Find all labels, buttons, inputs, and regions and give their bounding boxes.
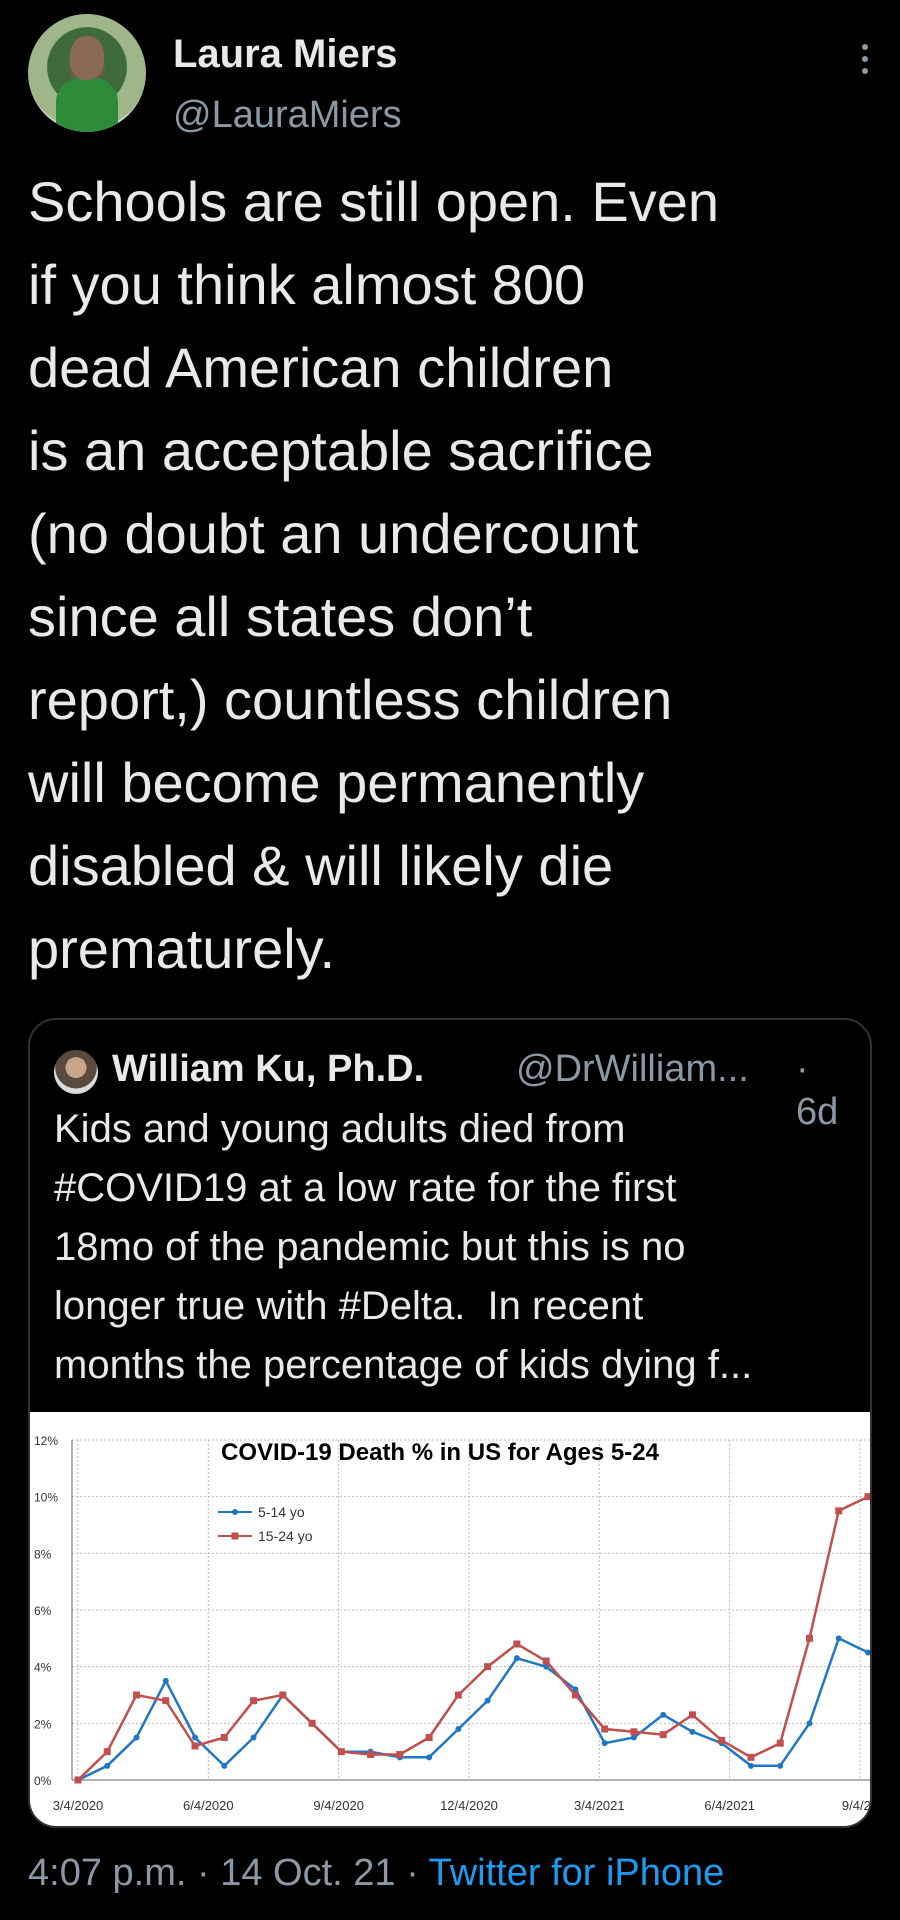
- data-point: [396, 1751, 404, 1758]
- legend-marker: [232, 1509, 238, 1515]
- x-tick-label: 6/4/2021: [704, 1798, 755, 1813]
- data-point: [74, 1776, 82, 1784]
- footer-separator: ·: [395, 1852, 429, 1894]
- author-name[interactable]: Laura Miers: [173, 32, 398, 77]
- y-tick-label: 10%: [34, 1491, 58, 1505]
- data-point: [220, 1734, 228, 1741]
- data-point: [660, 1711, 667, 1718]
- legend-label: 5-14 yo: [258, 1504, 305, 1520]
- chart-title: COVID-19 Death % in US for Ages 5-24: [221, 1439, 660, 1466]
- tweet-text: Schools are still open. Even if you thin…: [28, 170, 720, 980]
- data-point: [601, 1725, 609, 1733]
- data-point: [513, 1640, 521, 1648]
- data-point: [162, 1677, 169, 1684]
- x-tick-label: 6/4/2020: [183, 1798, 234, 1813]
- data-point: [192, 1734, 199, 1741]
- data-point: [104, 1762, 111, 1769]
- data-point: [221, 1762, 228, 1769]
- tweet-source-link[interactable]: Twitter for iPhone: [429, 1852, 725, 1894]
- data-point: [103, 1748, 111, 1756]
- data-point: [688, 1711, 696, 1719]
- chart-image[interactable]: 0% 2% 4% 6% 8% 10% 12% 3/4/2020 6/4/2020 9/4/2020…: [30, 1412, 872, 1826]
- data-point: [571, 1691, 579, 1699]
- data-point: [484, 1697, 491, 1704]
- y-tick-label: 0%: [34, 1774, 52, 1788]
- data-point: [484, 1663, 492, 1671]
- data-point: [718, 1736, 726, 1744]
- data-point: [455, 1726, 462, 1732]
- footer-separator: ·: [186, 1852, 221, 1894]
- data-point: [454, 1691, 462, 1699]
- data-point: [659, 1731, 667, 1739]
- data-point: [367, 1751, 375, 1758]
- data-point: [513, 1655, 520, 1662]
- tweet-header: Laura Miers @LauraMiers: [28, 14, 872, 137]
- quote-header: William Ku, Ph.D. @DrWilliam... · 6d: [54, 1044, 854, 1133]
- y-tick-label: 4%: [34, 1661, 52, 1675]
- data-point: [279, 1691, 287, 1699]
- y-tick-label: 8%: [34, 1547, 52, 1561]
- x-tick-label: 9/4/20: [842, 1798, 872, 1813]
- data-point: [864, 1493, 870, 1501]
- legend-label: 15-24 yo: [258, 1528, 313, 1544]
- data-point: [777, 1762, 784, 1769]
- author-handle[interactable]: @LauraMiers: [173, 94, 402, 137]
- avatar[interactable]: [28, 14, 146, 132]
- x-tick-label: 9/4/2020: [313, 1798, 364, 1813]
- quoted-tweet[interactable]: William Ku, Ph.D. @DrWilliam... · 6d Kid…: [28, 1018, 872, 1828]
- data-point: [162, 1697, 170, 1705]
- data-point: [308, 1719, 316, 1727]
- data-point: [630, 1734, 637, 1741]
- data-point: [133, 1691, 141, 1699]
- quote-author-name: William Ku, Ph.D.: [112, 1048, 425, 1090]
- quote-text: Kids and young adults died from #COVID19…: [54, 1107, 753, 1387]
- tweet-date: 14 Oct. 21: [220, 1852, 396, 1894]
- tweet-footer: 4:07 p.m. · 14 Oct. 21 · Twitter for iPh…: [28, 1852, 724, 1895]
- more-options-icon[interactable]: [858, 44, 872, 78]
- quote-author-handle: @DrWilliam...: [516, 1048, 749, 1090]
- x-tick-label: 3/4/2021: [574, 1798, 625, 1813]
- data-point: [689, 1728, 696, 1735]
- x-tick-label: 3/4/2020: [53, 1798, 104, 1813]
- y-tick-label: 2%: [34, 1717, 52, 1731]
- data-point: [601, 1740, 608, 1747]
- data-point: [805, 1634, 813, 1642]
- data-point: [250, 1697, 258, 1705]
- quote-avatar: [54, 1050, 98, 1094]
- legend-marker: [231, 1532, 239, 1540]
- data-point: [835, 1507, 843, 1515]
- y-tick-label: 12%: [34, 1434, 58, 1448]
- y-tick-label: 6%: [34, 1604, 52, 1618]
- data-point: [133, 1734, 140, 1741]
- data-point: [250, 1734, 257, 1741]
- data-point: [747, 1762, 754, 1769]
- data-point: [425, 1734, 433, 1741]
- data-point: [542, 1657, 550, 1665]
- data-point: [806, 1720, 813, 1727]
- data-point: [835, 1635, 842, 1642]
- data-point: [191, 1742, 199, 1750]
- x-tick-label: 12/4/2020: [440, 1798, 498, 1813]
- chart: 0% 2% 4% 6% 8% 10% 12% 3/4/2020 6/4/2020 9/4/2020…: [34, 1434, 872, 1813]
- data-point: [865, 1649, 870, 1656]
- data-point: [747, 1753, 755, 1761]
- data-point: [776, 1739, 784, 1747]
- data-point: [426, 1754, 433, 1761]
- tweet-time: 4:07 p.m.: [28, 1852, 187, 1894]
- data-point: [337, 1748, 345, 1756]
- data-point: [630, 1728, 638, 1736]
